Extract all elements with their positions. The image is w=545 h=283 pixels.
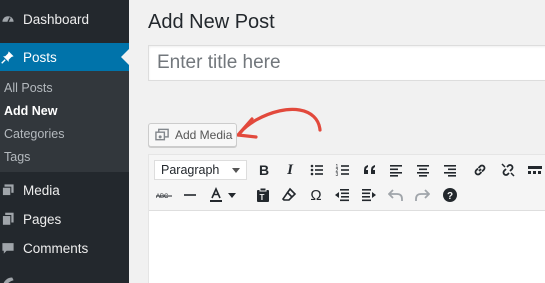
align-left-icon [390, 165, 402, 177]
chevron-down-icon [228, 192, 236, 198]
sidebar-item-label: Pages [23, 211, 62, 227]
blockquote-icon [364, 165, 375, 174]
submenu-item-categories[interactable]: Categories [4, 127, 64, 141]
special-character-button[interactable]: Ω [306, 185, 326, 205]
undo-button[interactable] [386, 185, 406, 205]
bold-icon: B [258, 162, 270, 178]
svg-text:?: ? [447, 191, 453, 202]
chevron-down-icon [232, 168, 240, 173]
horizontal-line-button[interactable] [180, 185, 200, 205]
add-media-label: Add Media [175, 128, 233, 142]
align-right-icon [444, 165, 456, 177]
text-color-dropdown[interactable] [226, 185, 238, 205]
help-icon: ? [443, 188, 457, 202]
special-character-icon: Ω [310, 186, 322, 204]
bullet-list-icon [310, 164, 323, 176]
unlink-button[interactable] [498, 160, 518, 180]
bullet-list-button[interactable] [307, 160, 327, 180]
sidebar-item-label: Comments [23, 240, 89, 256]
sidebar-item-label: Posts [23, 49, 57, 65]
indent-icon [362, 189, 376, 202]
align-right-button[interactable] [440, 160, 460, 180]
clear-formatting-icon [281, 187, 297, 201]
submenu-item-all-posts[interactable]: All Posts [4, 81, 53, 95]
annotation-arrow [236, 107, 322, 139]
undo-icon [388, 189, 403, 201]
pages-icon [1, 212, 14, 226]
insert-link-button[interactable] [470, 160, 490, 180]
add-media-icon [155, 128, 169, 141]
post-title-input[interactable] [148, 45, 545, 81]
indent-button[interactable] [359, 185, 379, 205]
sidebar-item-label: Media [23, 182, 60, 198]
align-center-button[interactable] [413, 160, 433, 180]
sidebar-item-label: Dashboard [23, 11, 90, 27]
horizontal-line-icon [184, 194, 196, 196]
redo-button[interactable] [412, 185, 432, 205]
submenu-item-tags[interactable]: Tags [4, 150, 30, 164]
sidebar-item-comments[interactable]: Comments [0, 234, 129, 262]
comment-icon [2, 243, 14, 254]
svg-text:3: 3 [336, 172, 339, 178]
media-icon [1, 184, 14, 197]
add-media-button[interactable]: Add Media [148, 123, 237, 147]
outdent-icon [335, 189, 349, 202]
sidebar-item-dashboard[interactable]: Dashboard [0, 5, 129, 33]
blockquote-button[interactable] [360, 160, 380, 180]
paste-text-icon: T [257, 187, 269, 202]
sidebar-item-pages[interactable]: Pages [0, 205, 129, 233]
text-color-icon [210, 187, 222, 202]
dashboard-icon [2, 16, 14, 23]
submenu-item-add-new[interactable]: Add New [4, 104, 57, 118]
format-select-value: Paragraph [161, 163, 220, 177]
page-title: Add New Post [148, 11, 275, 33]
format-select[interactable]: Paragraph [154, 160, 247, 180]
svg-text:ABC: ABC [156, 194, 169, 200]
text-color-button[interactable] [206, 185, 226, 205]
unlink-icon [501, 163, 515, 177]
paste-text-button[interactable]: T [253, 185, 273, 205]
clear-formatting-button[interactable] [279, 185, 299, 205]
toolbar-toggle-icon [528, 166, 542, 174]
admin-sidebar: Dashboard Posts All Posts Add New Catego… [0, 0, 129, 283]
sidebar-item-media[interactable]: Media [0, 176, 129, 204]
italic-icon: I [287, 161, 293, 178]
sidebar-item-posts[interactable]: Posts [0, 43, 129, 71]
bold-button[interactable]: B [254, 160, 274, 180]
pin-icon [1, 51, 14, 64]
content-editor[interactable]: Paragraph B I 1 2 3 ABC T Ω ? [148, 154, 545, 283]
svg-text:T: T [260, 193, 265, 202]
italic-button[interactable]: I [280, 160, 300, 180]
align-center-icon [417, 165, 429, 177]
strikethrough-button[interactable]: ABC [154, 185, 174, 205]
toolbar-toggle-button[interactable] [525, 160, 545, 180]
numbered-list-button[interactable]: 1 2 3 [333, 160, 353, 180]
outdent-button[interactable] [332, 185, 352, 205]
insert-link-icon [474, 164, 486, 176]
redo-icon [415, 189, 430, 201]
appearance-icon [3, 277, 14, 283]
posts-submenu: All Posts Add New Categories Tags [0, 71, 129, 172]
numbered-list-icon: 1 2 3 [336, 164, 349, 178]
editor-toolbar: Paragraph B I 1 2 3 ABC T Ω ? [149, 155, 545, 211]
align-left-button[interactable] [386, 160, 406, 180]
strikethrough-icon: ABC [156, 194, 172, 200]
help-button[interactable]: ? [440, 185, 460, 205]
